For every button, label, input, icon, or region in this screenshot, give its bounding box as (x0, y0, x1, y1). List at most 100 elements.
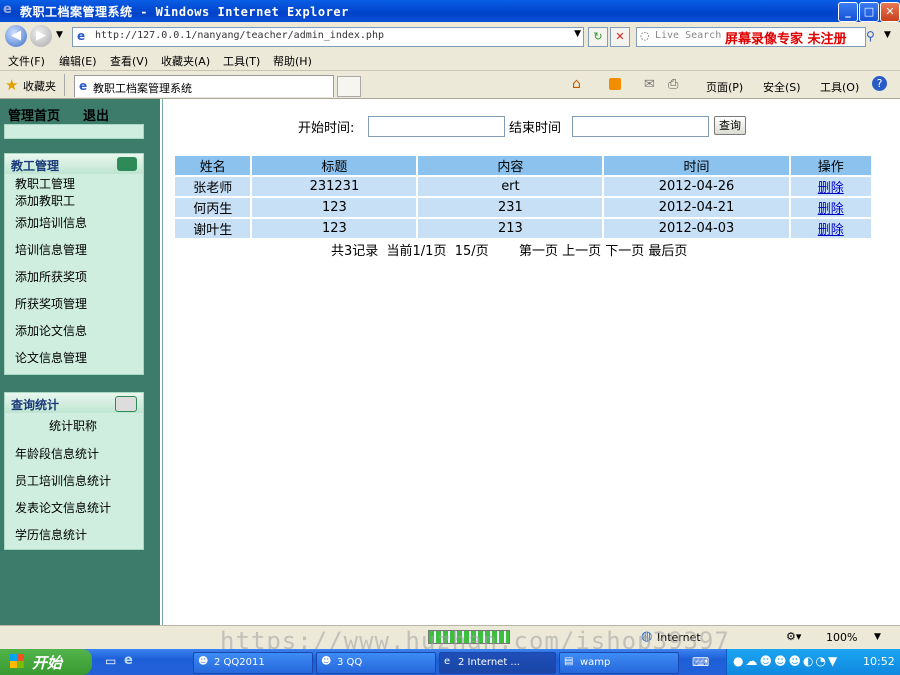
staff-panel-title: 教工管理 (11, 159, 60, 173)
sidebar-item-training-stats[interactable]: 员工培训信息统计 (15, 472, 111, 489)
address-toolbar: ◀ ▶ ▼ e http://127.0.0.1/nanyang/teacher… (0, 22, 900, 50)
feeds-icon[interactable] (609, 78, 621, 90)
sidebar-item-add-award[interactable]: 添加所获奖项 (15, 268, 87, 285)
sidebar-item-add-paper[interactable]: 添加论文信息 (15, 322, 87, 339)
task-internet-explorer[interactable]: e 2 Internet ... (439, 652, 556, 674)
logout-link[interactable]: 退出 (83, 105, 109, 124)
staff-management-panel: 教工管理 教职工管理 添加教职工 添加培训信息 培训信息管理 添加所获奖项 所获… (4, 153, 144, 375)
start-time-input[interactable] (368, 116, 505, 137)
show-desktop-icon[interactable]: ▭ (105, 654, 116, 668)
close-button[interactable]: ✕ (880, 2, 900, 22)
refresh-icon[interactable]: ↻ (588, 27, 608, 47)
maximize-button[interactable]: □ (859, 2, 879, 22)
sidebar-item-title-stats[interactable]: 统计职称 (49, 417, 97, 434)
quick-launch-ie-icon[interactable]: e (124, 653, 133, 668)
print-icon[interactable]: ⎙ (668, 77, 678, 92)
start-button[interactable]: 开始 (0, 649, 92, 675)
pager-prev[interactable]: 上一页 (562, 244, 601, 259)
sidebar-item-paper-stats[interactable]: 发表论文信息统计 (15, 499, 111, 516)
favorites-star-icon[interactable]: ★ (5, 76, 18, 94)
home-link[interactable]: 管理首页 (8, 105, 60, 124)
tab-title: 教职工档案管理系统 (93, 82, 192, 95)
cell-time: 2012-04-26 (604, 177, 789, 196)
tray-icons[interactable]: ●☁☻☻☻◐◔▼ (733, 654, 839, 668)
page-content: 管理首页 退出 教工管理 教职工管理 添加教职工 添加培训信息 培训信息管理 添… (0, 99, 900, 625)
keyboard-icon[interactable]: ⌨ (692, 655, 709, 669)
search-box[interactable]: ◌ Live Search 屏幕录像专家 未注册 (636, 27, 866, 47)
start-label: 开始 (32, 654, 63, 672)
cell-content: ert (418, 177, 603, 196)
taskbar: 开始 ▭ e ☻ 2 QQ2011 ☻ 3 QQ e 2 Internet ..… (0, 649, 900, 675)
tab-page-icon: e (79, 79, 88, 93)
zoom-level[interactable]: 100% (826, 631, 857, 644)
safety-menu[interactable]: 安全(S) (763, 79, 801, 95)
windows-logo-icon (10, 654, 24, 668)
address-dropdown-icon[interactable]: ▼ (574, 29, 581, 39)
stats-panel-header: 查询统计 (5, 393, 143, 413)
delete-link[interactable]: 删除 (790, 177, 871, 196)
sidebar-item-staff-manage[interactable]: 教职工管理 (15, 175, 75, 192)
stats-panel-title: 查询统计 (11, 398, 60, 412)
protected-mode-icon[interactable]: ⚙▾ (786, 630, 801, 643)
task-qq2011[interactable]: ☻ 2 QQ2011 (193, 652, 313, 674)
history-dropdown-icon[interactable]: ▼ (56, 30, 63, 40)
delete-link[interactable]: 删除 (790, 198, 871, 217)
home-icon[interactable]: ⌂ (572, 76, 581, 92)
help-icon[interactable]: ? (872, 76, 887, 91)
cell-name: 张老师 (175, 177, 251, 196)
records-table: 姓名 标题 内容 时间 操作 张老师 231231 ert 2012-04-26… (173, 154, 873, 240)
end-time-input[interactable] (572, 116, 709, 137)
minimize-button[interactable]: _ (838, 2, 858, 22)
tools-menu[interactable]: 工具(O) (820, 79, 859, 95)
delete-link[interactable]: 删除 (790, 219, 871, 238)
clock: 10:52 (863, 655, 895, 668)
mail-icon[interactable]: ✉ (644, 77, 655, 92)
menu-view[interactable]: 查看(V) (110, 53, 148, 69)
ie-icon: e (3, 2, 12, 17)
table-row: 何丙生 123 231 2012-04-21 删除 (175, 198, 871, 217)
new-tab-button[interactable] (337, 76, 361, 97)
sidebar-item-paper-manage[interactable]: 论文信息管理 (15, 349, 87, 366)
search-options-icon[interactable]: ▼ (884, 30, 891, 40)
ie-icon: e (444, 656, 451, 667)
column-header: 内容 (418, 156, 603, 175)
sidebar-item-add-staff[interactable]: 添加教职工 (15, 192, 75, 209)
sidebar-item-education-stats[interactable]: 学历信息统计 (15, 526, 87, 543)
sidebar-item-add-training[interactable]: 添加培训信息 (15, 214, 87, 231)
page-menu[interactable]: 页面(P) (706, 79, 743, 95)
browser-tab[interactable]: e 教职工档案管理系统 (74, 75, 334, 97)
search-icon[interactable]: ⚲ (866, 29, 875, 43)
sidebar-item-age-stats[interactable]: 年龄段信息统计 (15, 445, 99, 462)
menu-edit[interactable]: 编辑(E) (59, 53, 97, 69)
address-bar[interactable]: e http://127.0.0.1/nanyang/teacher/admin… (72, 27, 584, 47)
menu-favorites[interactable]: 收藏夹(A) (161, 53, 210, 69)
menu-file[interactable]: 文件(F) (8, 53, 45, 69)
pager-next[interactable]: 下一页 (605, 244, 644, 259)
back-button[interactable]: ◀ (5, 25, 27, 47)
zoom-dropdown-icon[interactable]: ▼ (874, 632, 881, 642)
menu-help[interactable]: 帮助(H) (273, 53, 312, 69)
sidebar-item-training-manage[interactable]: 培训信息管理 (15, 241, 87, 258)
menu-tools[interactable]: 工具(T) (223, 53, 260, 69)
query-button[interactable]: 查询 (714, 116, 746, 135)
task-wamp[interactable]: ▤ wamp (559, 652, 679, 674)
task-qq[interactable]: ☻ 3 QQ (316, 652, 436, 674)
cell-time: 2012-04-03 (604, 219, 789, 238)
pager-first[interactable]: 第一页 (519, 244, 558, 259)
recorder-watermark: 屏幕录像专家 未注册 (725, 32, 847, 47)
end-time-label: 结束时间 (509, 121, 562, 136)
forward-button[interactable]: ▶ (30, 25, 52, 47)
main-panel: 开始时间: 结束时间 查询 姓名 标题 内容 时间 操作 张老师 231231 … (162, 99, 900, 625)
cell-name: 谢叶生 (175, 219, 251, 238)
stats-panel: 查询统计 统计职称 年龄段信息统计 员工培训信息统计 发表论文信息统计 学历信息… (4, 392, 144, 550)
panel-toggle-icon[interactable] (117, 157, 137, 171)
staff-panel-header: 教工管理 (5, 154, 143, 174)
cell-title: 123 (252, 219, 417, 238)
sidebar-item-award-manage[interactable]: 所获奖项管理 (15, 295, 87, 312)
pager-last[interactable]: 最后页 (648, 244, 687, 259)
stop-icon[interactable]: ✕ (610, 27, 630, 47)
stats-panel-icon[interactable] (115, 396, 137, 412)
cell-content: 213 (418, 219, 603, 238)
favorites-label[interactable]: 收藏夹 (23, 78, 56, 94)
table-row: 谢叶生 123 213 2012-04-03 删除 (175, 219, 871, 238)
